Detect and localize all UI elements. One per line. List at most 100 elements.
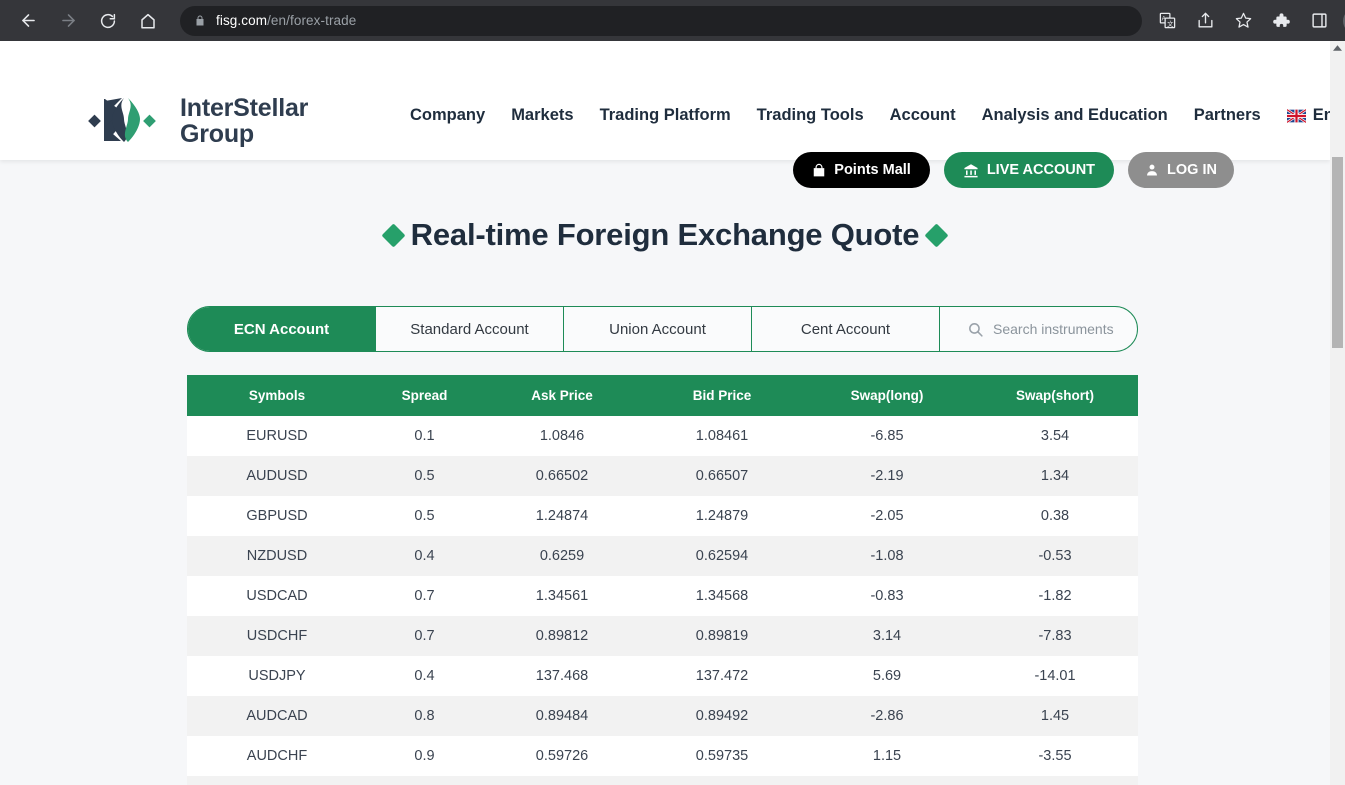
nav-item-trading-tools[interactable]: Trading Tools — [757, 106, 864, 125]
cell-bid-price: 1.24879 — [695, 508, 749, 524]
extensions-puzzle-icon[interactable] — [1266, 6, 1296, 36]
cell-spread: 0.7 — [414, 588, 435, 604]
cell-symbols: AUDCAD — [246, 708, 308, 724]
table-row[interactable]: USDCAD 0.7 1.34561 1.34568 -0.83 -1.82 — [187, 576, 1138, 616]
tab-union-account[interactable]: Union Account — [564, 307, 752, 351]
cell-bid-price: 0.59735 — [695, 748, 749, 764]
cell-spread: 0.8 — [414, 708, 435, 724]
table-row[interactable]: NZDUSD 0.4 0.6259 0.62594 -1.08 -0.53 — [187, 536, 1138, 576]
column-header-symbols[interactable]: Symbols — [187, 375, 367, 416]
cell-symbols: GBPUSD — [246, 508, 308, 524]
url-domain: fisg.com — [216, 13, 268, 28]
sidebar-panel-icon[interactable] — [1304, 6, 1334, 36]
main-navigation: Company Markets Trading Platform Trading… — [410, 106, 1345, 125]
table-row[interactable]: AUDUSD 0.5 0.66502 0.66507 -2.19 1.34 — [187, 456, 1138, 496]
cell-swaplong: 3.09 — [802, 776, 972, 785]
cell-bid-price: 137.472 — [695, 668, 749, 684]
cell-bid-price: 0.62594 — [695, 548, 749, 564]
nav-item-trading-platform[interactable]: Trading Platform — [600, 106, 731, 125]
nav-item-company[interactable]: Company — [410, 106, 485, 125]
table-header-row: Symbols Spread Ask Price Bid Price Swap(… — [187, 375, 1138, 416]
cell-bid-price: 0.89819 — [695, 628, 749, 644]
cell-spread: 0.5 — [414, 468, 435, 484]
browser-tool-buttons: A文 — [1148, 6, 1345, 36]
translate-icon[interactable]: A文 — [1152, 6, 1182, 36]
column-header-bid-price[interactable]: Bid Price — [642, 375, 802, 416]
column-header-swap-long[interactable]: Swap(long) — [802, 375, 972, 416]
cell-symbols: AUDCHF — [246, 748, 308, 764]
live-account-label: LIVE ACCOUNT — [986, 162, 1096, 178]
cell-symbols: NZDUSD — [246, 548, 308, 564]
quotes-table-container: Symbols Spread Ask Price Bid Price Swap(… — [187, 375, 1138, 785]
cell-spread: 0.7 — [367, 776, 482, 785]
scrollbar-up-arrow-icon[interactable] — [1330, 41, 1345, 55]
url-path: /en/forex-trade — [267, 13, 357, 28]
search-instruments-container — [940, 307, 1137, 351]
home-icon[interactable] — [131, 4, 165, 38]
cell-symbols: USDJPY — [248, 668, 306, 684]
table-row[interactable]: USDCHF 0.7 0.89812 0.89819 3.14 -7.83 — [187, 616, 1138, 656]
cell-symbols: AUDUSD — [246, 468, 308, 484]
nav-item-account[interactable]: Account — [890, 106, 956, 125]
cell-ask-price: 0.89484 — [535, 708, 589, 724]
cell-spread: 0.1 — [414, 428, 435, 444]
cell-bid-price: 91.428 — [642, 776, 802, 785]
cell-ask-price: 1.24874 — [535, 508, 589, 524]
live-account-button[interactable]: LIVE ACCOUNT — [943, 152, 1115, 188]
tab-ecn-account[interactable]: ECN Account — [188, 307, 376, 351]
cell-swaplong: -0.83 — [870, 588, 904, 604]
logo-line-2: Group — [180, 119, 254, 148]
cell-ask-price: 0.89812 — [535, 628, 589, 644]
cell-bid-price: 1.08461 — [695, 428, 749, 444]
column-header-ask-price[interactable]: Ask Price — [482, 375, 642, 416]
cell-spread: 0.4 — [414, 668, 435, 684]
share-icon[interactable] — [1190, 6, 1220, 36]
cell-spread: 0.7 — [414, 628, 435, 644]
cell-ask-price: 0.59726 — [535, 748, 589, 764]
nav-item-partners[interactable]: Partners — [1194, 106, 1261, 125]
quotes-table: Symbols Spread Ask Price Bid Price Swap(… — [187, 375, 1138, 785]
log-in-label: LOG IN — [1167, 162, 1217, 178]
nav-item-markets[interactable]: Markets — [511, 106, 573, 125]
column-header-swap-short[interactable]: Swap(short) — [972, 375, 1138, 416]
table-row[interactable]: EURUSD 0.1 1.0846 1.08461 -6.85 3.54 — [187, 416, 1138, 456]
cell-swaplong: -2.05 — [870, 508, 904, 524]
quotes-table-head: Symbols Spread Ask Price Bid Price Swap(… — [187, 375, 1138, 416]
tab-cent-account[interactable]: Cent Account — [752, 307, 940, 351]
tab-standard-account[interactable]: Standard Account — [376, 307, 564, 351]
page-title-text: Real-time Foreign Exchange Quote — [410, 217, 920, 252]
header-actions: Points Mall LIVE ACCOUNT LOG IN — [793, 152, 1234, 188]
reload-icon[interactable] — [91, 4, 125, 38]
cell-swaplong: -2.86 — [870, 708, 904, 724]
table-row[interactable]: AUDCAD 0.8 0.89484 0.89492 -2.86 1.45 — [187, 696, 1138, 736]
address-bar[interactable]: fisg.com/en/forex-trade — [180, 5, 1142, 36]
cell-swapshort: -0.53 — [1038, 548, 1072, 564]
scrollbar-thumb[interactable] — [1332, 157, 1343, 348]
account-type-tabs: ECN Account Standard Account Union Accou… — [187, 306, 1138, 352]
cell-bid-price: 1.34568 — [695, 588, 749, 604]
cell-bid-price: 0.89492 — [695, 708, 749, 724]
forward-arrow-icon[interactable] — [51, 4, 85, 38]
browser-toolbar: fisg.com/en/forex-trade A文 — [0, 0, 1345, 41]
url-text: fisg.com/en/forex-trade — [216, 13, 356, 28]
table-row[interactable]: AUDCHF 0.9 0.59726 0.59735 1.15 -3.55 — [187, 736, 1138, 776]
cell-swapshort: 3.54 — [1040, 428, 1070, 444]
table-row[interactable]: USDJPY 0.4 137.468 137.472 5.69 -14.01 — [187, 656, 1138, 696]
green-diamond-icon-right — [924, 222, 949, 248]
column-header-spread[interactable]: Spread — [367, 375, 482, 416]
cell-swaplong: 1.15 — [872, 748, 902, 764]
cell-ask-price: 0.66502 — [535, 468, 589, 484]
log-in-button[interactable]: LOG IN — [1128, 152, 1234, 188]
site-logo[interactable]: InterStellar Group — [88, 94, 308, 147]
cell-bid-price: 0.66507 — [695, 468, 749, 484]
cell-ask-price: 91.421 — [482, 776, 642, 785]
back-arrow-icon[interactable] — [11, 4, 45, 38]
points-mall-button[interactable]: Points Mall — [793, 152, 930, 188]
interstellar-diamonds-logo — [88, 98, 156, 142]
table-row[interactable]: GBPUSD 0.5 1.24874 1.24879 -2.05 0.38 — [187, 496, 1138, 536]
search-input[interactable] — [993, 321, 1137, 337]
page-scrollbar[interactable] — [1330, 41, 1345, 785]
bookmark-star-icon[interactable] — [1228, 6, 1258, 36]
table-row[interactable]: AUDJPY0.791.42191.4283.09-7.06 — [187, 776, 1138, 785]
nav-item-analysis-and-education[interactable]: Analysis and Education — [982, 106, 1168, 125]
